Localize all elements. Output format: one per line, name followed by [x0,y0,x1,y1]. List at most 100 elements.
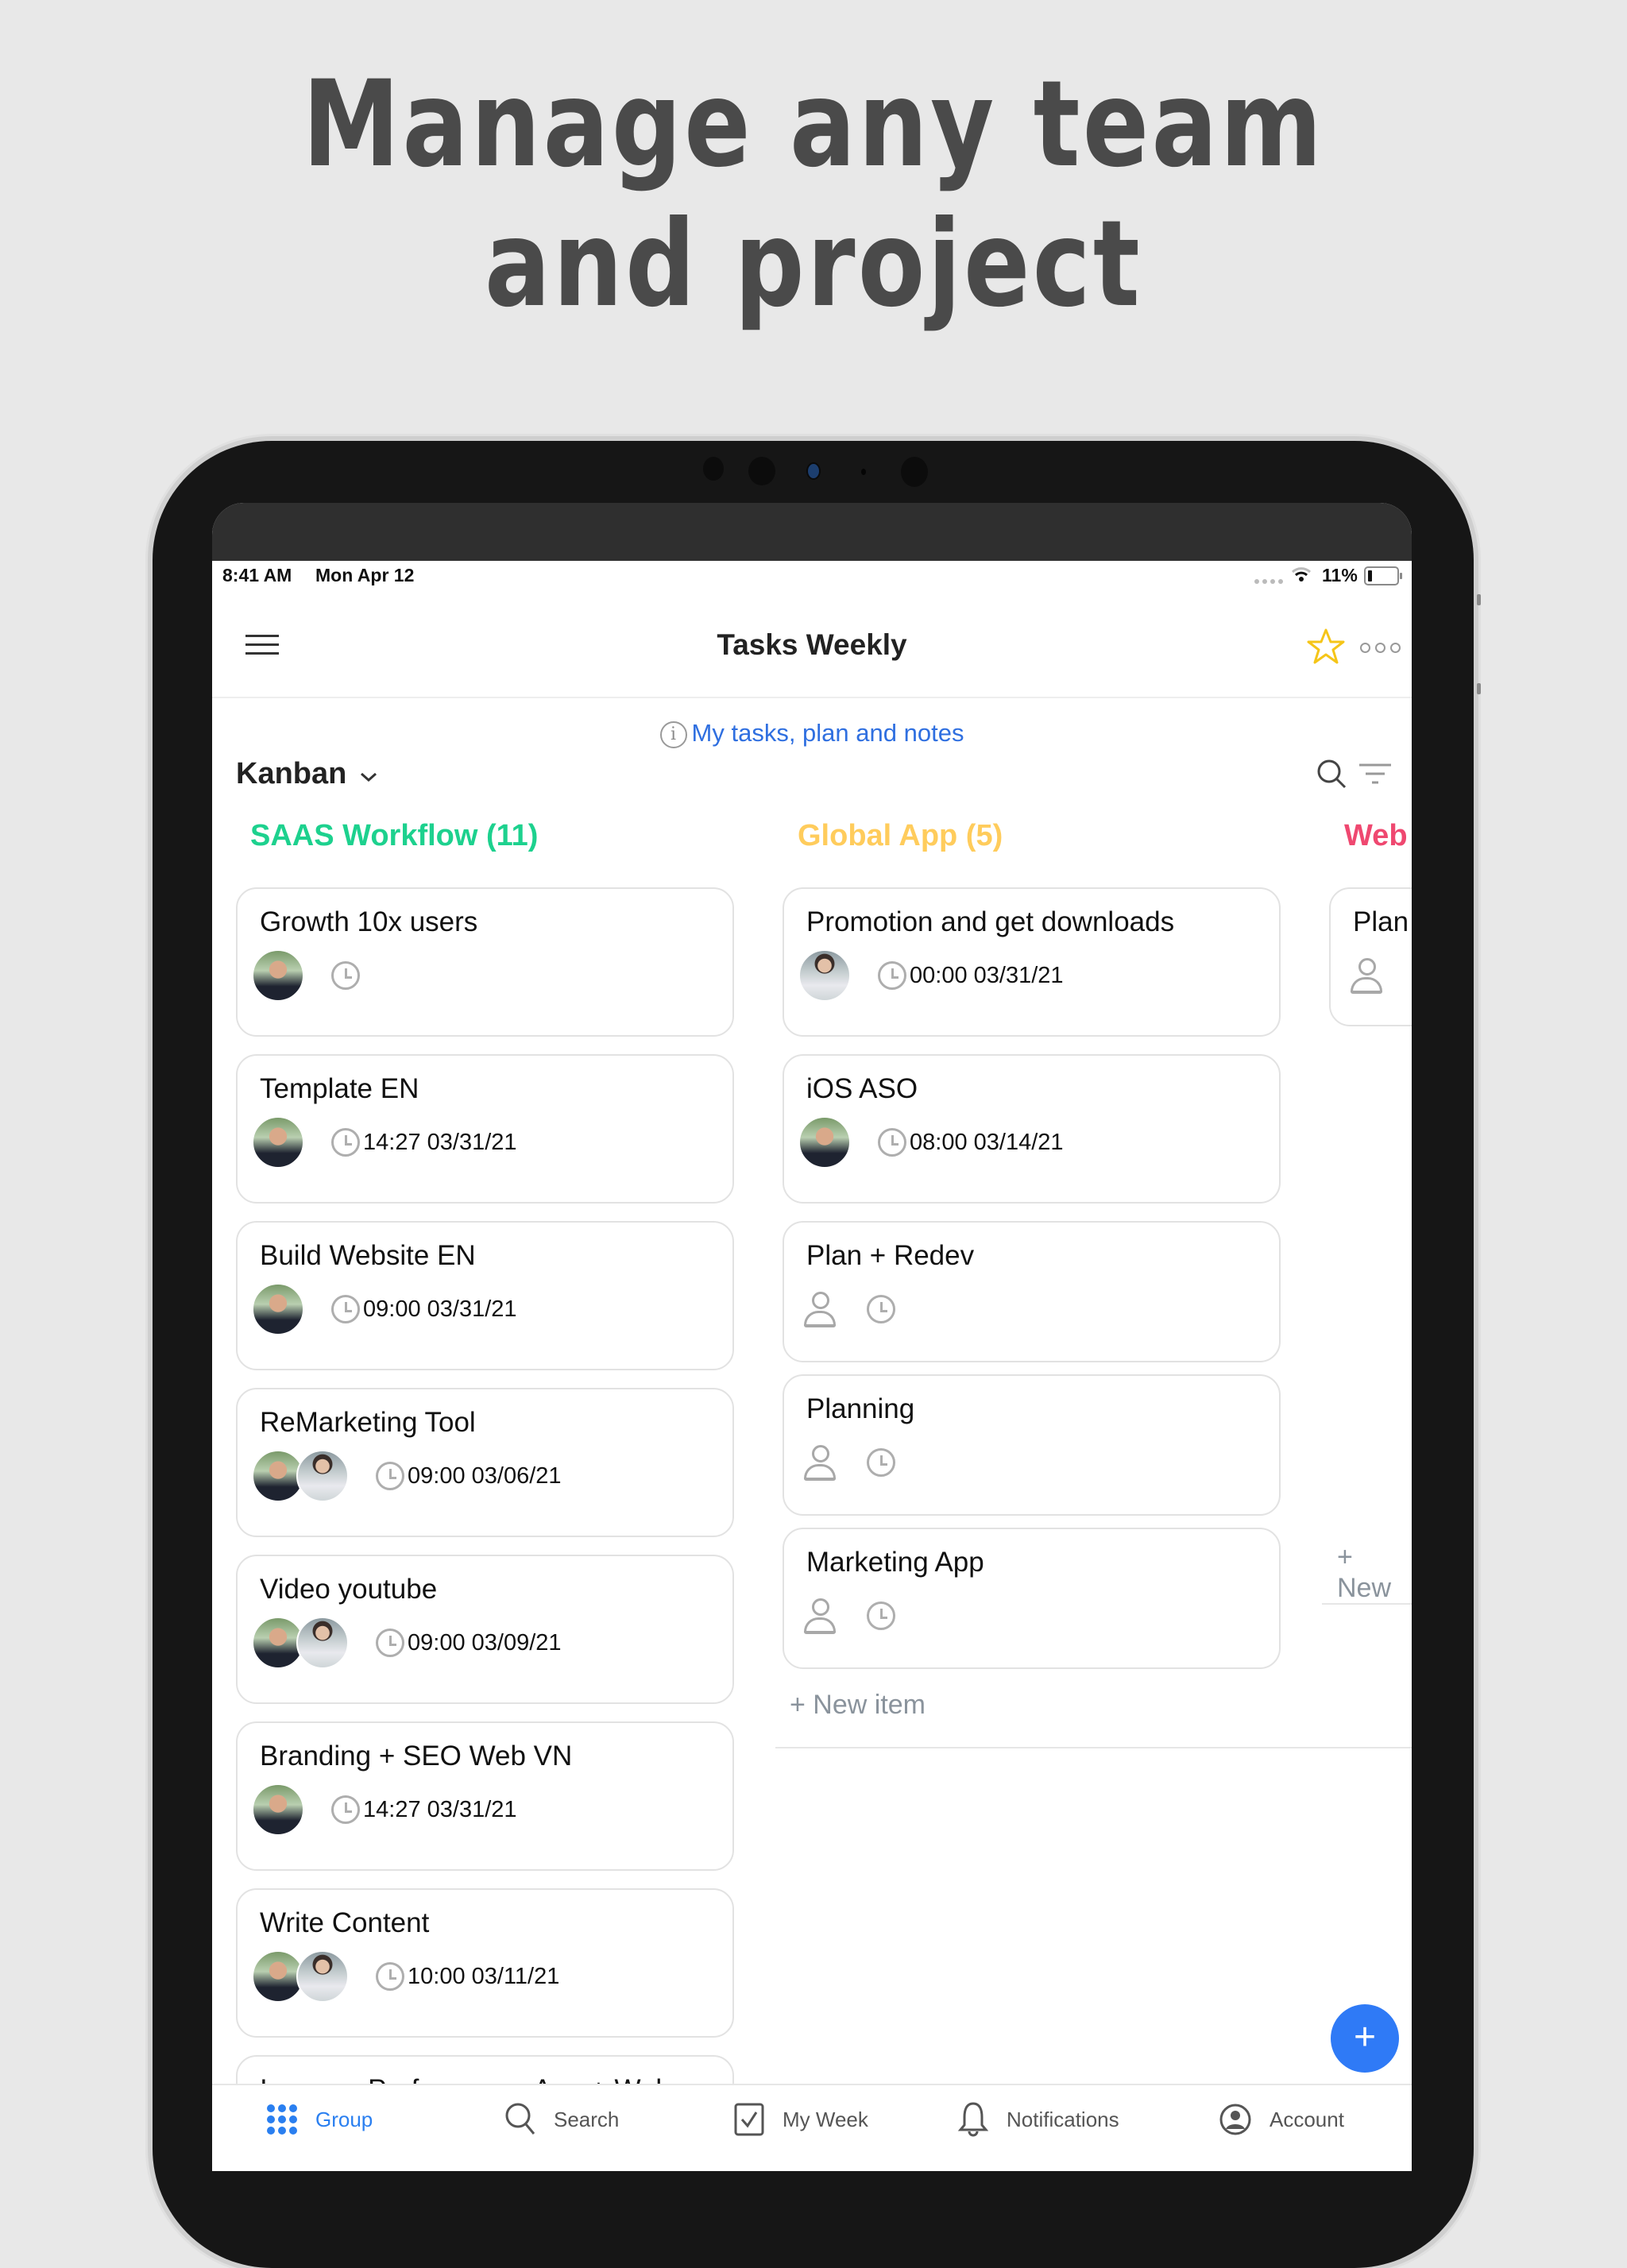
task-card[interactable]: Plan [1329,887,1412,1026]
checkbox-icon [734,2103,764,2136]
new-item-button[interactable]: + New [1337,1542,1412,1604]
column-divider [775,1747,1412,1748]
clock-icon[interactable] [867,1448,895,1477]
signal-icon [1254,579,1283,584]
column-header-web[interactable]: Web [1344,819,1408,853]
clock-icon[interactable] [331,1128,360,1157]
task-title: Template EN [260,1073,419,1104]
info-link[interactable]: i My tasks, plan and notes [212,719,1412,748]
task-card[interactable]: Build Website EN 09:00 03/31/21 [236,1221,734,1370]
clock-icon[interactable] [867,1295,895,1323]
task-due-date: 09:00 03/31/21 [363,1296,517,1322]
task-card[interactable]: Write Content 10:00 03/11/21 [236,1888,734,2038]
task-card[interactable]: Growth 10x users [236,887,734,1037]
tab-account[interactable]: Account [1219,2100,1344,2139]
person-icon[interactable] [1350,958,1382,994]
clock-icon[interactable] [331,961,360,990]
tab-notifications-label: Notifications [1007,2107,1119,2131]
clock-icon[interactable] [376,1629,404,1657]
sensor-icon [861,469,866,475]
chevron-down-icon [360,772,377,782]
task-meta: 08:00 03/14/21 [798,1116,1064,1169]
camera-icon [806,462,821,480]
column-header-global-app[interactable]: Global App (5) [798,819,1003,853]
headline-line-1: Manage any team [302,56,1325,194]
headline-line-2: and project [484,195,1143,334]
task-due-date: 10:00 03/11/21 [408,1963,560,1989]
side-button [1477,683,1481,694]
task-due-date: 14:27 03/31/21 [363,1129,517,1155]
task-card[interactable]: ReMarketing Tool 09:00 03/06/21 [236,1388,734,1537]
new-item-button[interactable]: + New item [790,1690,926,1721]
task-title: Planning [806,1393,915,1424]
tab-account-label: Account [1270,2107,1344,2131]
assignee-avatar[interactable] [252,1283,304,1335]
column-header-saas-workflow[interactable]: SAAS Workflow (11) [250,819,538,853]
view-selector[interactable]: Kanban [236,757,379,791]
bottom-tab-bar: Group Search My Week Notifications Accou… [212,2084,1412,2171]
assignee-avatar[interactable] [252,1783,304,1836]
more-icon[interactable] [1360,643,1401,653]
assignee-avatar[interactable] [798,949,851,1002]
task-meta [798,1436,899,1489]
filter-icon[interactable] [1358,762,1393,787]
task-card[interactable]: Planning [783,1374,1281,1516]
tab-group[interactable]: Group [266,2100,373,2139]
view-selector-label: Kanban [236,757,347,790]
grid-icon [267,2104,297,2135]
task-card[interactable]: Video youtube 09:00 03/09/21 [236,1555,734,1704]
assignee-avatar[interactable] [296,1950,349,2003]
task-due-date: 09:00 03/06/21 [408,1462,562,1489]
person-icon[interactable] [803,1445,836,1481]
task-card[interactable]: Template EN 14:27 03/31/21 [236,1054,734,1204]
side-button [1477,594,1481,605]
search-icon[interactable] [1316,759,1348,790]
task-card[interactable]: Marketing App [783,1528,1281,1669]
task-meta: 14:27 03/31/21 [252,1783,517,1836]
add-task-button[interactable]: + [1331,2004,1399,2073]
task-meta: 09:00 03/06/21 [252,1450,562,1502]
info-link-label[interactable]: My tasks, plan and notes [692,719,964,747]
assignee-avatar[interactable] [798,1116,851,1169]
clock-icon[interactable] [376,1962,404,1991]
app-screen: 8:41 AM Mon Apr 12 11% Tasks Weekly i My … [212,503,1412,2171]
assignee-avatar[interactable] [252,1116,304,1169]
task-title: ReMarketing Tool [260,1407,476,1438]
tab-notifications[interactable]: Notifications [957,2100,1119,2139]
task-title: Growth 10x users [260,906,478,937]
task-title: Video youtube [260,1574,438,1605]
task-meta: 00:00 03/31/21 [798,949,1064,1002]
task-title: Promotion and get downloads [806,906,1175,937]
task-meta [1345,949,1405,1002]
clock-icon[interactable] [878,1128,906,1157]
account-icon [1219,2104,1251,2135]
clock-icon[interactable] [867,1602,895,1630]
assignee-avatar[interactable] [296,1617,349,1669]
status-date: Mon Apr 12 [315,565,415,585]
tab-my-week[interactable]: My Week [733,2100,868,2139]
task-title: Write Content [260,1907,430,1938]
clock-icon[interactable] [878,961,906,990]
person-icon[interactable] [803,1292,836,1327]
task-card[interactable]: Branding + SEO Web VN 14:27 03/31/21 [236,1721,734,1871]
screen-top-bar [212,503,1412,561]
clock-icon[interactable] [331,1295,360,1323]
person-icon[interactable] [803,1598,836,1634]
task-card[interactable]: Promotion and get downloads 00:00 03/31/2… [783,887,1281,1037]
search-icon [505,2103,535,2135]
sensor-icon [748,457,775,485]
clock-icon[interactable] [331,1795,360,1824]
task-title: Plan + Redev [806,1240,975,1271]
sensor-icon [901,457,928,487]
star-icon[interactable] [1307,628,1345,664]
task-meta: 09:00 03/09/21 [252,1617,562,1669]
info-icon: i [659,721,687,748]
assignee-avatar[interactable] [252,949,304,1002]
task-card[interactable]: Plan + Redev [783,1221,1281,1362]
task-due-date: 14:27 03/31/21 [363,1796,517,1822]
clock-icon[interactable] [376,1462,404,1490]
task-meta [798,1283,899,1335]
tab-search[interactable]: Search [504,2100,619,2139]
task-card[interactable]: iOS ASO 08:00 03/14/21 [783,1054,1281,1204]
assignee-avatar[interactable] [296,1450,349,1502]
